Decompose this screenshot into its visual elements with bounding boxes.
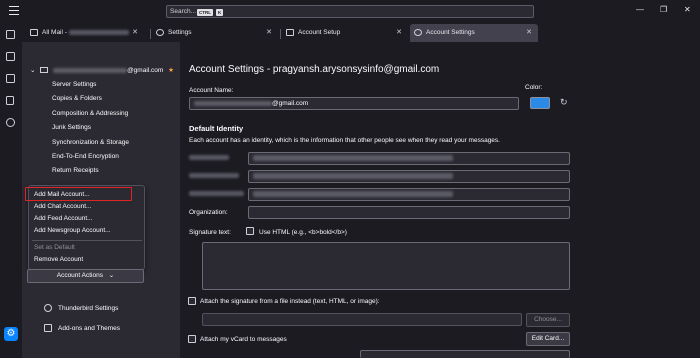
account-tree-sidebar: ⌄ @gmail.com ★ Server Settings Copies & … xyxy=(22,42,180,358)
menu-set-as-default: Set as Default xyxy=(34,244,75,251)
identity-field[interactable] xyxy=(248,188,570,201)
tab-account-setup[interactable]: Account Setup ✕ xyxy=(282,24,408,42)
account-settings-panel: Account Settings - pragyansh.arysonsysin… xyxy=(180,42,700,358)
gear-icon xyxy=(414,29,422,36)
signature-textarea[interactable] xyxy=(202,242,570,290)
organization-field[interactable] xyxy=(248,206,570,219)
choose-file-button[interactable]: Choose... xyxy=(526,313,570,327)
sidebar-item-composition[interactable]: Composition & Addressing xyxy=(52,110,128,117)
identity-row-label xyxy=(189,154,229,161)
hamburger-menu-icon[interactable] xyxy=(9,6,19,15)
color-label: Color: xyxy=(525,84,543,91)
identity-field[interactable] xyxy=(248,152,570,165)
account-name-field[interactable]: @gmail.com xyxy=(189,97,519,110)
chevron-down-icon[interactable]: ⌄ xyxy=(30,67,35,74)
sidebar-item-junk[interactable]: Junk Settings xyxy=(52,124,91,131)
signature-text-label: Signature text: xyxy=(189,229,231,236)
account-actions-button[interactable]: Account Actions ⌄ xyxy=(27,269,144,283)
attach-vcard-checkbox[interactable] xyxy=(188,335,196,343)
title-bar: Search... CTRL K — ❐ ✕ xyxy=(0,0,700,22)
account-row[interactable]: ⌄ @gmail.com ★ xyxy=(30,66,174,74)
sidebar-item-copies-folders[interactable]: Copies & Folders xyxy=(52,95,102,102)
menu-add-chat-account[interactable]: Add Chat Account... xyxy=(34,203,91,210)
organization-label: Organization: xyxy=(189,209,228,216)
tab-strip: All Mail - ✕ Settings ✕ Account Setup ✕ … xyxy=(22,22,700,42)
tab-label: Account Settings xyxy=(426,29,475,36)
settings-gear-icon[interactable]: ⚙ xyxy=(4,327,18,341)
use-html-label: Use HTML (e.g., <b>bold</b>) xyxy=(259,229,347,236)
account-name-label: Account Name: xyxy=(189,87,234,94)
next-field-partial[interactable] xyxy=(360,350,570,358)
chevron-down-icon: ⌄ xyxy=(108,272,115,279)
account-name-value: @gmail.com xyxy=(272,100,309,107)
identity-row-label xyxy=(189,190,244,197)
calendar-icon[interactable] xyxy=(6,74,15,83)
chat-icon[interactable] xyxy=(6,118,15,127)
spaces-toolbar: ⚙ xyxy=(0,22,22,358)
account-email: @gmail.com xyxy=(127,67,164,74)
menu-remove-account[interactable]: Remove Account xyxy=(34,256,83,263)
account-setup-icon xyxy=(286,29,294,36)
gear-icon xyxy=(44,304,52,312)
mail-account-icon xyxy=(40,67,49,74)
close-window-button[interactable]: ✕ xyxy=(684,5,691,14)
attach-signature-label: Attach the signature from a file instead… xyxy=(200,298,380,305)
account-actions-label: Account Actions xyxy=(56,272,103,279)
page-title: Account Settings - pragyansh.arysonsysin… xyxy=(189,64,440,75)
tab-close-icon[interactable]: ✕ xyxy=(132,24,138,42)
addons-themes-link[interactable]: Add-ons and Themes xyxy=(44,324,121,332)
sidebar-item-return-receipts[interactable]: Return Receipts xyxy=(52,167,99,174)
tab-close-icon[interactable]: ✕ xyxy=(396,24,402,42)
footer-label: Thunderbird Settings xyxy=(58,305,119,312)
account-color-picker[interactable] xyxy=(530,97,550,109)
sidebar-item-sync-storage[interactable]: Synchronization & Storage xyxy=(52,139,129,146)
global-search-box[interactable]: Search... CTRL K xyxy=(166,5,534,18)
highlight-box xyxy=(25,187,132,201)
maximize-button[interactable]: ❐ xyxy=(660,5,667,14)
puzzle-icon xyxy=(44,324,52,332)
tab-label: All Mail - xyxy=(42,29,69,36)
reset-color-icon[interactable]: ↻ xyxy=(560,97,568,108)
minimize-button[interactable]: — xyxy=(636,5,644,14)
shortcut-k-key: K xyxy=(216,8,224,16)
tab-all-mail[interactable]: All Mail - ✕ xyxy=(26,24,144,42)
address-book-icon[interactable] xyxy=(6,52,15,61)
sidebar-item-e2e-encryption[interactable]: End-To-End Encryption xyxy=(52,153,119,160)
sidebar-item-server-settings[interactable]: Server Settings xyxy=(52,81,96,88)
shortcut-ctrl-key: CTRL xyxy=(197,8,213,16)
tab-settings[interactable]: Settings ✕ xyxy=(152,24,278,42)
use-html-checkbox[interactable] xyxy=(246,227,254,235)
menu-add-newsgroup-account[interactable]: Add Newsgroup Account... xyxy=(34,227,111,234)
edit-card-button[interactable]: Edit Card... xyxy=(526,332,570,346)
footer-label: Add-ons and Themes xyxy=(58,325,121,332)
tab-account-settings[interactable]: Account Settings ✕ xyxy=(410,24,538,42)
identity-row-label xyxy=(189,172,239,179)
mail-icon[interactable] xyxy=(6,30,15,39)
menu-add-feed-account[interactable]: Add Feed Account... xyxy=(34,215,93,222)
search-placeholder: Search... xyxy=(170,8,197,15)
tab-close-icon[interactable]: ✕ xyxy=(266,24,272,42)
identity-description: Each account has an identity, which is t… xyxy=(189,137,500,144)
attach-signature-checkbox[interactable] xyxy=(188,297,196,305)
identity-field[interactable] xyxy=(248,170,570,183)
attach-vcard-label: Attach my vCard to messages xyxy=(200,336,287,343)
tasks-icon[interactable] xyxy=(6,96,14,105)
tab-label: Settings xyxy=(168,29,192,36)
tab-close-icon[interactable]: ✕ xyxy=(526,24,532,42)
identity-heading: Default Identity xyxy=(189,124,244,133)
default-star-icon: ★ xyxy=(168,67,174,74)
tab-label: Account Setup xyxy=(298,29,341,36)
mail-tab-icon xyxy=(30,29,38,36)
thunderbird-settings-link[interactable]: Thunderbird Settings xyxy=(44,304,119,312)
signature-file-path[interactable] xyxy=(202,313,522,326)
gear-icon xyxy=(156,29,164,36)
